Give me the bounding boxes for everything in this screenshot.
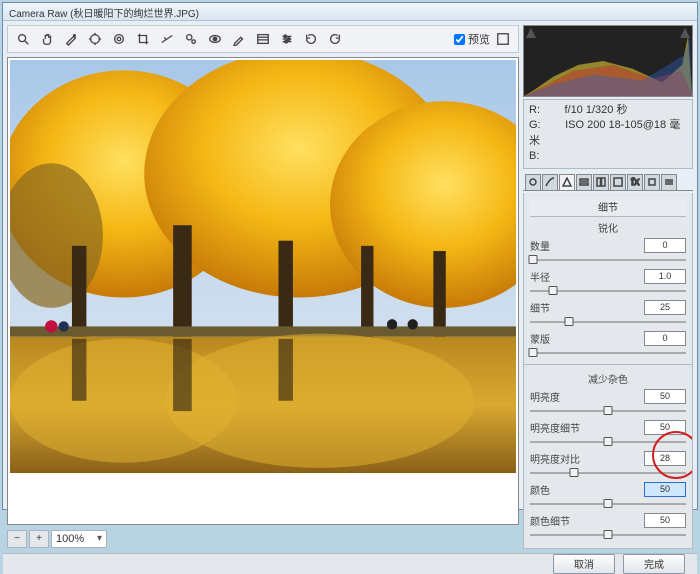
preview-checkbox[interactable] — [454, 34, 465, 45]
svg-text:fx: fx — [631, 177, 640, 187]
slider-thumb[interactable] — [529, 255, 538, 264]
footer: 取消 完成 — [3, 553, 697, 574]
slider-thumb[interactable] — [604, 499, 613, 508]
toolbar: 预览 — [7, 25, 519, 53]
zoom-select[interactable]: 100% — [51, 530, 107, 548]
sharpen-heading: 锐化 — [530, 220, 686, 235]
slider-thumb[interactable] — [569, 468, 578, 477]
color-sampler-tool[interactable] — [84, 28, 106, 50]
redeye-tool[interactable] — [204, 28, 226, 50]
slider-thumb[interactable] — [604, 530, 613, 539]
crop-tool[interactable] — [132, 28, 154, 50]
tab-fx[interactable]: fx — [627, 174, 643, 190]
tab-calib[interactable] — [644, 174, 660, 190]
slider-thumb[interactable] — [604, 406, 613, 415]
tab-presets[interactable] — [661, 174, 677, 190]
straighten-tool[interactable] — [156, 28, 178, 50]
detail-panel: 细节 锐化 数量0 半径1.0 细节25 蒙版0 — [523, 193, 693, 549]
slider-color-detail[interactable]: 颜色细节50 — [530, 513, 686, 540]
wb-tool[interactable] — [60, 28, 82, 50]
zoom-tool[interactable] — [12, 28, 34, 50]
tab-curve[interactable] — [542, 174, 558, 190]
titlebar: Camera Raw (秋日暖阳下的绚烂世界.JPG) — [3, 3, 697, 21]
prefs-tool[interactable] — [276, 28, 298, 50]
rotate-ccw-tool[interactable] — [300, 28, 322, 50]
photo-preview — [10, 60, 516, 473]
slider-thumb[interactable] — [549, 286, 558, 295]
exif-panel: R: f/10 1/320 秒 G: ISO 200 18-105@18 毫米 … — [523, 99, 693, 169]
slider-lum-detail[interactable]: 明亮度细节50 — [530, 420, 686, 447]
slider-thumb[interactable] — [529, 348, 538, 357]
adjust-brush-tool[interactable] — [228, 28, 250, 50]
tab-split[interactable] — [593, 174, 609, 190]
panel-tabs: fx — [523, 171, 693, 191]
slider-lum-contrast[interactable]: 明亮度对比28 — [530, 451, 686, 478]
grad-filter-tool[interactable] — [252, 28, 274, 50]
histogram — [523, 25, 693, 97]
tab-hsl[interactable] — [576, 174, 592, 190]
zoom-in-button[interactable]: + — [29, 530, 49, 548]
spot-tool[interactable] — [180, 28, 202, 50]
tab-basic[interactable] — [525, 174, 541, 190]
slider-detail[interactable]: 细节25 — [530, 300, 686, 327]
slider-luminance[interactable]: 明亮度50 — [530, 389, 686, 416]
slider-amount[interactable]: 数量0 — [530, 238, 686, 265]
target-adjust-tool[interactable] — [108, 28, 130, 50]
slider-radius[interactable]: 半径1.0 — [530, 269, 686, 296]
preview-toggle[interactable]: 预览 — [454, 31, 490, 47]
panel-title: 细节 — [530, 197, 686, 217]
zoom-out-button[interactable]: − — [7, 530, 27, 548]
hand-tool[interactable] — [36, 28, 58, 50]
slider-masking[interactable]: 蒙版0 — [530, 331, 686, 358]
done-button[interactable]: 完成 — [623, 554, 685, 574]
cancel-button[interactable]: 取消 — [553, 554, 615, 574]
shadow-clip-icon[interactable] — [526, 28, 536, 38]
zoom-bar: − + 100% — [7, 529, 519, 549]
fullscreen-icon[interactable] — [492, 28, 514, 50]
rotate-cw-tool[interactable] — [324, 28, 346, 50]
tab-lens[interactable] — [610, 174, 626, 190]
slider-thumb[interactable] — [565, 317, 574, 326]
image-canvas[interactable] — [7, 57, 519, 525]
slider-color[interactable]: 颜色50 — [530, 482, 686, 509]
noise-heading: 减少杂色 — [530, 371, 686, 386]
highlight-clip-icon[interactable] — [680, 28, 690, 38]
tab-detail[interactable] — [559, 174, 575, 190]
slider-thumb[interactable] — [604, 437, 613, 446]
